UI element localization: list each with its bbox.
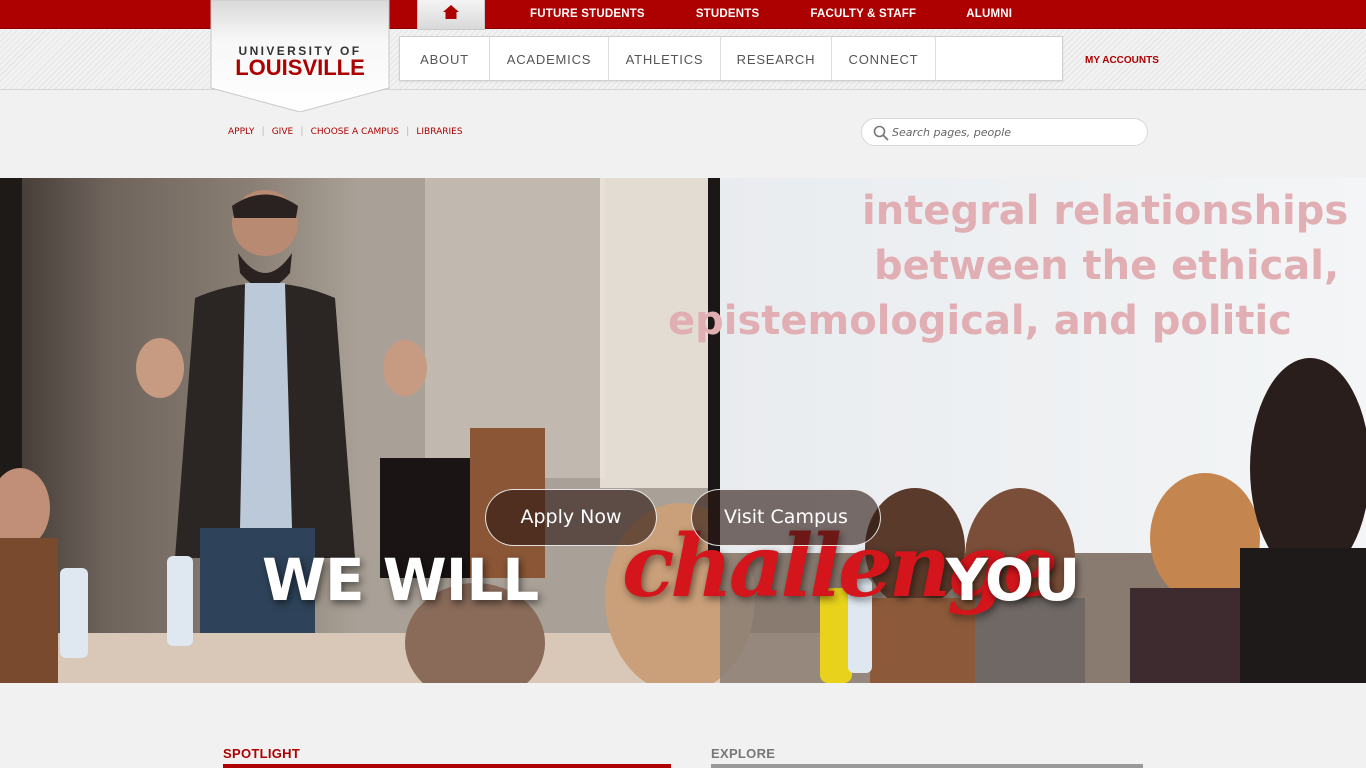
nav-alumni[interactable]: ALUMNI xyxy=(941,0,1037,29)
hero-banner: integral relationships between the ethic… xyxy=(0,178,1366,683)
spotlight-heading: SPOTLIGHT xyxy=(223,746,301,761)
nav-about[interactable]: ABOUT xyxy=(400,37,490,80)
headline-part2: YOU xyxy=(946,546,1080,614)
my-accounts-link[interactable]: MY ACCOUNTS xyxy=(1085,55,1159,66)
nav-athletics[interactable]: ATHLETICS xyxy=(609,37,721,80)
utility-links: APPLY | GIVE | CHOOSE A CAMPUS | LIBRARI… xyxy=(228,126,463,137)
search-box xyxy=(861,118,1148,146)
divider: | xyxy=(406,126,410,137)
spotlight-underline xyxy=(223,764,671,768)
util-libraries[interactable]: LIBRARIES xyxy=(416,127,462,137)
home-icon xyxy=(443,5,459,24)
home-button[interactable] xyxy=(417,0,485,30)
explore-underline xyxy=(711,764,1143,768)
logo-line2: LOUISVILLE xyxy=(235,55,365,80)
nav-students[interactable]: STUDENTS xyxy=(670,0,785,29)
visit-campus-button[interactable]: Visit Campus xyxy=(691,489,881,546)
util-give[interactable]: GIVE xyxy=(272,127,293,137)
main-nav: ABOUT ACADEMICS ATHLETICS RESEARCH CONNE… xyxy=(399,36,1063,81)
top-utility-bar: FUTURE STUDENTS STUDENTS FACULTY & STAFF… xyxy=(0,0,1366,30)
headline-part1: WE WILL xyxy=(262,546,539,614)
apply-now-button[interactable]: Apply Now xyxy=(485,489,657,546)
nav-faculty-staff[interactable]: FACULTY & STAFF xyxy=(784,0,941,29)
nav-future-students[interactable]: FUTURE STUDENTS xyxy=(505,0,670,29)
audience-nav: FUTURE STUDENTS STUDENTS FACULTY & STAFF… xyxy=(505,0,1037,29)
nav-academics[interactable]: ACADEMICS xyxy=(490,37,609,80)
nav-research[interactable]: RESEARCH xyxy=(721,37,832,80)
util-apply[interactable]: APPLY xyxy=(228,127,254,137)
divider: | xyxy=(300,126,304,137)
explore-heading: EXPLORE xyxy=(711,746,776,761)
nav-connect[interactable]: CONNECT xyxy=(832,37,936,80)
search-input[interactable] xyxy=(892,123,1132,142)
divider: | xyxy=(261,126,265,137)
university-logo[interactable]: UNIVERSITY OF LOUISVILLE xyxy=(210,0,390,112)
util-choose-campus[interactable]: CHOOSE A CAMPUS xyxy=(311,127,399,137)
